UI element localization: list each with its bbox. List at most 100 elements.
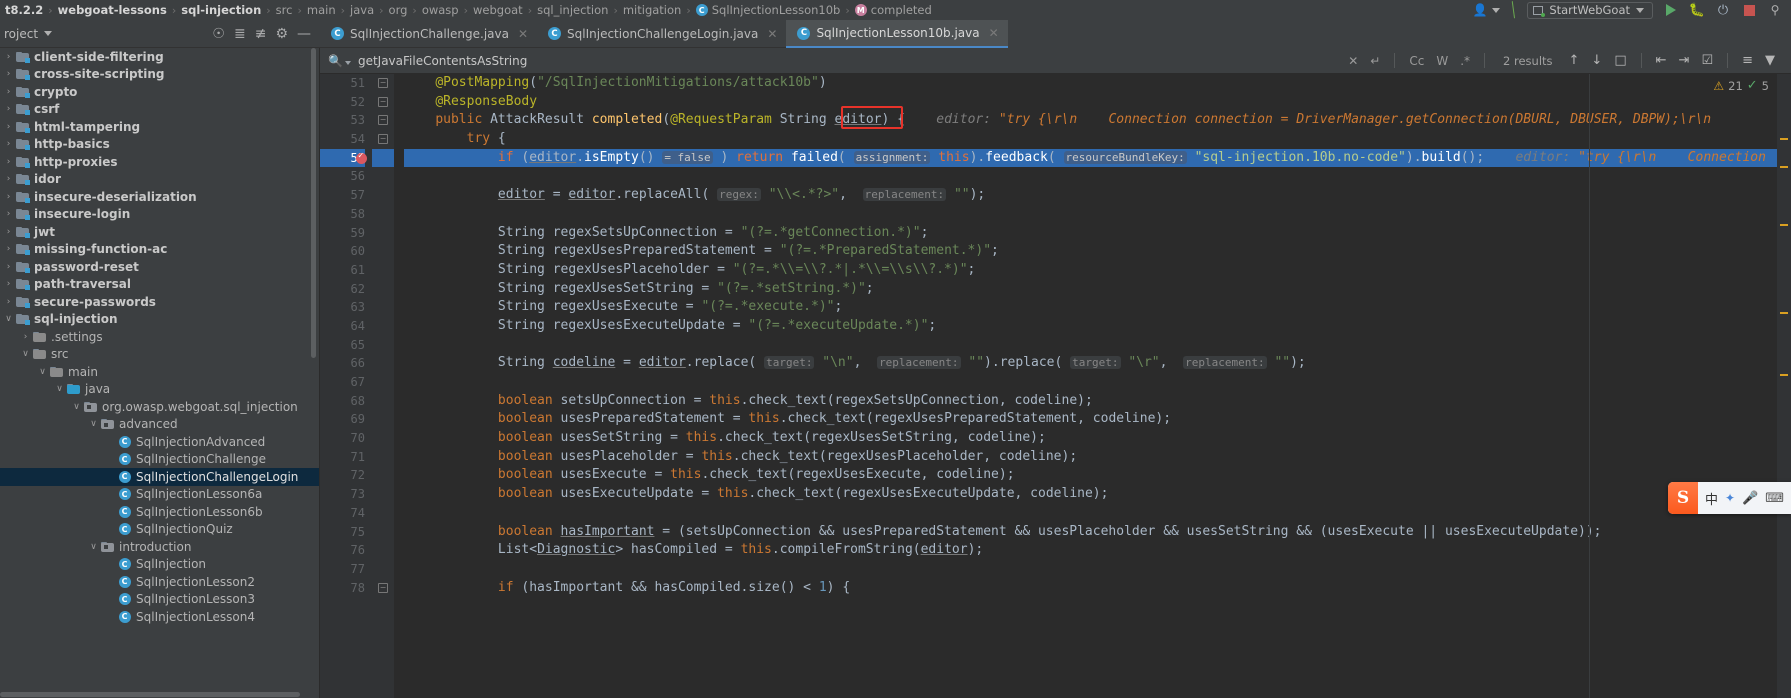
breadcrumb-item[interactable]: org xyxy=(384,3,413,17)
expand-all-icon[interactable]: ≣ xyxy=(234,26,246,42)
breadcrumb-item[interactable]: Mcompleted xyxy=(850,3,937,17)
ime-logo-icon[interactable]: S xyxy=(1667,482,1698,514)
locate-target-icon[interactable]: ☉ xyxy=(212,26,225,42)
chevron-right-icon[interactable]: › xyxy=(2,139,15,149)
words-option[interactable]: W xyxy=(1430,54,1454,68)
editor-tab[interactable]: C SqlInjectionChallengeLogin.java ✕ xyxy=(537,20,787,48)
tree-item[interactable]: › .settings xyxy=(0,328,319,346)
tree-horizontal-scrollbar[interactable] xyxy=(0,691,319,698)
close-icon[interactable]: ✕ xyxy=(518,27,528,41)
chevron-right-icon[interactable]: › xyxy=(2,174,15,184)
tree-item[interactable]: ∨ introduction xyxy=(0,538,319,556)
tree-item[interactable]: › insecure-login xyxy=(0,206,319,224)
search-input[interactable]: getJavaFileContentsAsString xyxy=(358,54,527,68)
marker-scrollbar[interactable] xyxy=(1777,74,1791,698)
close-icon[interactable]: ✕ xyxy=(767,27,777,41)
chevron-right-icon[interactable]: › xyxy=(19,332,32,342)
code-line[interactable]: if (hasImportant && hasCompiled.size() <… xyxy=(404,579,1791,598)
collapse-lines-icon[interactable]: ⇥ xyxy=(1673,53,1696,68)
chevron-right-icon[interactable]: › xyxy=(2,244,15,254)
sparkle-icon[interactable]: ✦ xyxy=(1725,491,1735,505)
code-line[interactable]: boolean hasImportant = (setsUpConnection… xyxy=(404,523,1791,542)
fold-collapse-icon[interactable]: − xyxy=(378,78,388,88)
tree-item[interactable]: C SqlInjectionChallenge xyxy=(0,451,319,469)
breadcrumb-item[interactable]: main xyxy=(302,3,341,17)
code-line[interactable]: String regexSetsUpConnection = "(?=.*get… xyxy=(404,224,1791,243)
fold-cell[interactable]: − xyxy=(372,579,394,598)
tree-item[interactable]: › idor xyxy=(0,171,319,189)
fold-cell[interactable]: − xyxy=(372,93,394,112)
tree-item[interactable]: › missing-function-ac xyxy=(0,241,319,259)
run-configuration-selector[interactable]: StartWebGoat xyxy=(1527,1,1653,19)
close-icon[interactable]: ✕ xyxy=(989,26,999,40)
debug-bug-icon[interactable]: 🐛 xyxy=(1689,2,1705,18)
new-line-search-icon[interactable]: ↵ xyxy=(1364,54,1386,68)
breadcrumb-item[interactable]: t8.2.2 xyxy=(0,3,48,17)
run-button[interactable] xyxy=(1663,2,1679,18)
code-line[interactable] xyxy=(404,560,1791,579)
fold-gutter[interactable]: − − − − − xyxy=(372,74,394,698)
tree-item[interactable]: ∨ main xyxy=(0,363,319,381)
chevron-down-icon[interactable]: ∨ xyxy=(87,419,100,429)
code-line[interactable]: editor = editor.replaceAll( regex: "\\<.… xyxy=(404,186,1791,205)
chevron-right-icon[interactable]: › xyxy=(2,227,15,237)
user-chevron-down-icon[interactable] xyxy=(1491,7,1500,13)
tree-item[interactable]: ∨ advanced xyxy=(0,416,319,434)
tree-item[interactable]: ∨ src xyxy=(0,346,319,364)
tree-item[interactable]: C SqlInjectionLesson2 xyxy=(0,573,319,591)
tree-item[interactable]: › http-basics xyxy=(0,136,319,154)
tree-item[interactable]: › secure-passwords xyxy=(0,293,319,311)
chevron-down-icon[interactable]: ∨ xyxy=(87,542,100,552)
code-line[interactable]: boolean usesExecuteUpdate = this.check_t… xyxy=(404,485,1791,504)
code-line[interactable]: if (editor.isEmpty() = false ) return fa… xyxy=(404,148,1791,168)
fold-collapse-icon[interactable]: − xyxy=(378,96,388,107)
chevron-down-icon[interactable]: ∨ xyxy=(53,384,66,394)
filter-icon[interactable]: ▼ xyxy=(1759,53,1781,68)
select-all-occurrences-icon[interactable]: □ xyxy=(1608,53,1632,68)
tree-item[interactable]: C SqlInjectionLesson3 xyxy=(0,591,319,609)
tree-item[interactable]: C SqlInjectionQuiz xyxy=(0,521,319,539)
project-chevron-down-icon[interactable] xyxy=(44,31,53,36)
mic-icon[interactable]: 🎤 xyxy=(1742,491,1758,506)
stop-button[interactable] xyxy=(1741,2,1757,18)
chevron-right-icon[interactable]: › xyxy=(2,69,15,79)
breadcrumb-item[interactable]: sql_injection xyxy=(532,3,613,17)
breadcrumb-item[interactable]: mitigation xyxy=(618,3,686,17)
chevron-right-icon[interactable]: › xyxy=(2,87,15,97)
code-line[interactable]: boolean usesExecute = this.check_text(re… xyxy=(404,466,1791,485)
run-with-coverage-icon[interactable]: ⏻ xyxy=(1715,2,1731,18)
code-line[interactable]: @ResponseBody xyxy=(404,93,1791,112)
fold-cell[interactable]: − xyxy=(372,74,394,93)
code-line[interactable]: boolean usesPreparedStatement = this.che… xyxy=(404,410,1791,429)
expand-lines-icon[interactable]: ⇤ xyxy=(1650,53,1673,68)
line-number-gutter[interactable]: 5152535455565758596061626364656667686970… xyxy=(320,74,372,698)
chevron-down-icon[interactable]: ∨ xyxy=(2,314,15,324)
code-line[interactable]: try { xyxy=(404,130,1791,149)
tree-item[interactable]: › password-reset xyxy=(0,258,319,276)
breadcrumb-item[interactable]: owasp xyxy=(417,3,464,17)
code-line[interactable] xyxy=(404,336,1791,355)
tree-item[interactable]: C SqlInjection xyxy=(0,556,319,574)
tree-item[interactable]: C SqlInjectionAdvanced xyxy=(0,433,319,451)
fold-collapse-icon[interactable]: − xyxy=(378,582,388,593)
code-line[interactable]: String codeline = editor.replace( target… xyxy=(404,354,1791,373)
chevron-right-icon[interactable]: › xyxy=(2,279,15,289)
tree-item[interactable]: › html-tampering xyxy=(0,118,319,136)
tree-item[interactable]: ∨ java xyxy=(0,381,319,399)
chevron-right-icon[interactable]: › xyxy=(2,157,15,167)
code-line[interactable]: @PostMapping("/SqlInjectionMitigations/a… xyxy=(404,74,1791,93)
code-line[interactable] xyxy=(404,373,1791,392)
tree-item[interactable]: C SqlInjectionChallengeLogin xyxy=(0,468,319,486)
fold-cell[interactable]: − xyxy=(372,111,394,130)
project-tree[interactable]: › client-side-filtering › cross-site-script… xyxy=(0,48,320,698)
ime-floating-toolbar[interactable]: S 中 ✦ 🎤 ⌨ xyxy=(1667,482,1791,514)
fold-cell[interactable]: − xyxy=(372,130,394,149)
code-line[interactable]: String regexUsesPlaceholder = "(?=.*\\=\… xyxy=(404,261,1791,280)
code-line[interactable]: List<Diagnostic> hasCompiled = this.comp… xyxy=(404,541,1791,560)
tree-item[interactable]: › crypto xyxy=(0,83,319,101)
chevron-down-icon[interactable]: ∨ xyxy=(19,349,32,359)
tree-item[interactable]: C SqlInjectionLesson4 xyxy=(0,608,319,626)
tree-item[interactable]: › insecure-deserialization xyxy=(0,188,319,206)
gear-icon[interactable]: ⚙ xyxy=(275,26,288,42)
fold-collapse-icon[interactable]: − xyxy=(378,115,388,126)
